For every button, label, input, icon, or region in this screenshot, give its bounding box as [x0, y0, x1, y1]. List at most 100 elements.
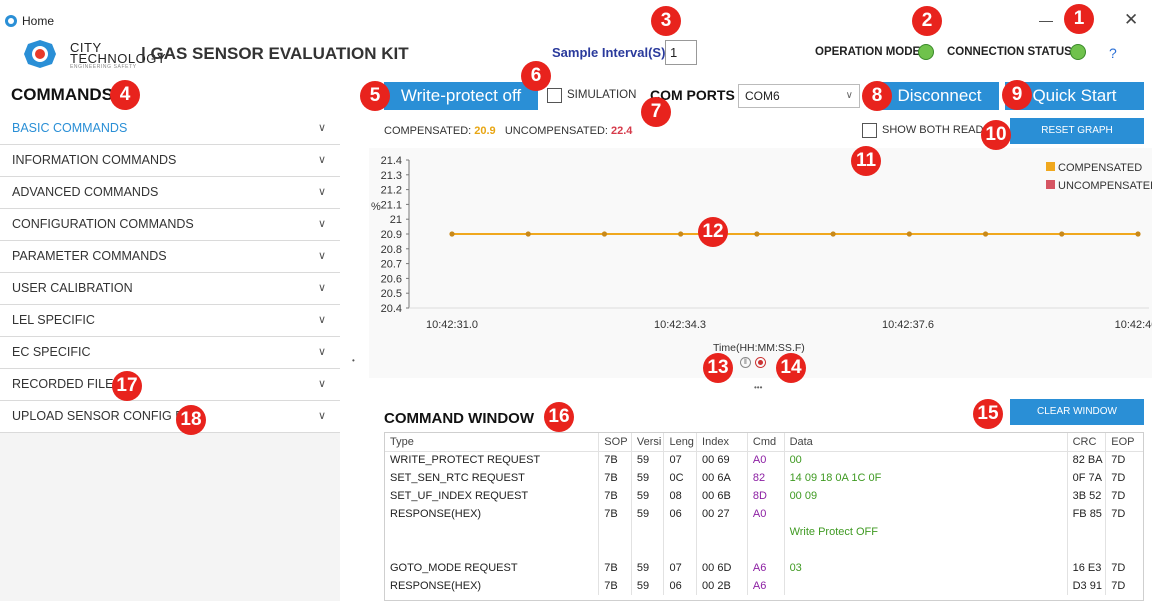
sidebar-item-user-calibration[interactable]: USER CALIBRATION ∨: [0, 273, 340, 305]
table-cell: 59: [631, 577, 665, 595]
callout-badge-12: 12: [698, 217, 728, 247]
data-point: [1135, 231, 1141, 237]
table-cell: [1105, 541, 1143, 559]
table-cell: 00 6A: [696, 469, 748, 487]
table-row[interactable]: RESPONSE(HEX) 7B 59 06 00 27 A0 FB 85 7D: [385, 505, 1143, 523]
table-cell: 00 27: [696, 505, 748, 523]
clear-window-button[interactable]: CLEAR WINDOW: [1010, 399, 1144, 425]
y-axis-label: %: [371, 201, 381, 213]
chevron-down-icon: ∨: [317, 314, 326, 326]
table-cell: A6: [747, 577, 785, 595]
callout-badge-2: 2: [912, 6, 942, 36]
close-icon[interactable]: ✕: [1124, 10, 1138, 30]
table-cell: 00 69: [696, 451, 748, 469]
record-icon[interactable]: [755, 357, 766, 368]
splitter-handle[interactable]: •••: [754, 383, 762, 392]
com-port-value: COM6: [745, 89, 780, 103]
sidebar-item-upload-sensor-config-file[interactable]: UPLOAD SENSOR CONFIG FILE ∨: [0, 401, 340, 433]
chevron-down-icon: ∨: [845, 90, 853, 101]
table-row[interactable]: Write Protect OFF: [385, 523, 1143, 541]
data-point: [678, 231, 684, 237]
sidebar-item-recorded-files[interactable]: RECORDED FILES ∨: [0, 369, 340, 401]
app-icon: [5, 15, 17, 27]
sidebar-item-configuration-commands[interactable]: CONFIGURATION COMMANDS ∨: [0, 209, 340, 241]
table-row[interactable]: GOTO_MODE REQUEST 7B 59 07 00 6D A6 03 16 E3 7D: [385, 559, 1143, 577]
chevron-down-icon: ∨: [317, 218, 326, 230]
sidebar-item-label: PARAMETER COMMANDS: [12, 249, 167, 263]
simulation-label: SIMULATION: [567, 89, 637, 101]
table-cell: RESPONSE(HEX): [385, 577, 600, 595]
minimize-icon[interactable]: —: [1039, 12, 1053, 28]
com-port-select[interactable]: COM6 ∨: [738, 84, 860, 108]
chevron-down-icon: ∨: [317, 282, 326, 294]
chevron-down-icon: ∨: [317, 186, 326, 198]
column-header[interactable]: SOP: [598, 433, 632, 452]
callout-badge-9: 9: [1002, 80, 1032, 110]
pause-icon[interactable]: ‖: [740, 357, 751, 368]
sidebar-item-ec-specific[interactable]: EC SPECIFIC ∨: [0, 337, 340, 369]
table-row[interactable]: SET_UF_INDEX REQUEST 7B 59 08 00 6B 8D 00 09 3B…: [385, 487, 1143, 505]
sidebar-item-advanced-commands[interactable]: ADVANCED COMMANDS ∨: [0, 177, 340, 209]
sidebar-item-label: LEL SPECIFIC: [12, 313, 95, 327]
table-cell: [631, 523, 665, 541]
data-point: [449, 231, 455, 237]
table-cell: [696, 523, 748, 541]
show-both-readings-checkbox[interactable]: [862, 123, 877, 138]
column-header[interactable]: Cmd: [747, 433, 785, 452]
y-tick-label: 20.4: [381, 303, 402, 315]
command-window-heading: COMMAND WINDOW: [384, 410, 534, 427]
table-row[interactable]: RESPONSE(HEX) 7B 59 06 00 2B A6 D3 91 7D: [385, 577, 1143, 595]
panel-splitter-handle[interactable]: •: [352, 356, 355, 365]
sidebar-item-label: UPLOAD SENSOR CONFIG FILE: [12, 409, 202, 423]
table-header-row: Type SOP Versi Leng Index Cmd Data CRC EOP: [385, 433, 1143, 452]
sample-interval-label: Sample Interval(S): [552, 45, 666, 60]
table-cell: 7B: [598, 577, 632, 595]
table-cell: 14 09 18 0A 1C 0F: [784, 469, 1068, 487]
legend-swatch: [1046, 180, 1055, 189]
help-icon[interactable]: ?: [1109, 45, 1117, 61]
table-cell: RESPONSE(HEX): [385, 505, 600, 523]
chevron-down-icon: ∨: [317, 410, 326, 422]
column-header[interactable]: Versi: [631, 433, 665, 452]
table-cell: 7B: [598, 487, 632, 505]
write-protect-button[interactable]: Write-protect off: [384, 82, 538, 110]
data-point: [982, 231, 989, 237]
table-row[interactable]: [385, 541, 1143, 559]
commands-sidebar: BASIC COMMANDS ∨ INFORMATION COMMANDS ∨ AD…: [0, 113, 340, 601]
chevron-down-icon: ∨: [317, 346, 326, 358]
sidebar-item-information-commands[interactable]: INFORMATION COMMANDS ∨: [0, 145, 340, 177]
y-tick-label: 20.5: [381, 288, 402, 300]
disconnect-button[interactable]: Disconnect: [880, 82, 999, 110]
column-header[interactable]: Data: [784, 433, 1068, 452]
column-header[interactable]: CRC: [1067, 433, 1107, 452]
simulation-checkbox[interactable]: [547, 88, 562, 103]
sidebar-item-label: BASIC COMMANDS: [12, 121, 128, 135]
callout-badge-10: 10: [981, 120, 1011, 150]
table-cell: Write Protect OFF: [784, 523, 1068, 541]
column-header[interactable]: Index: [696, 433, 748, 452]
operation-mode-label: OPERATION MODE: [815, 46, 921, 58]
sample-interval-input[interactable]: 1: [665, 40, 697, 65]
sidebar-item-parameter-commands[interactable]: PARAMETER COMMANDS ∨: [0, 241, 340, 273]
column-header[interactable]: Type: [385, 433, 600, 452]
sidebar-item-basic-commands[interactable]: BASIC COMMANDS ∨: [0, 113, 340, 145]
column-header[interactable]: Leng: [663, 433, 698, 452]
table-cell: 7B: [598, 559, 632, 577]
table-cell: 7D: [1105, 559, 1143, 577]
table-row[interactable]: WRITE_PROTECT REQUEST 7B 59 07 00 69 A0 00 82 B…: [385, 451, 1143, 469]
table-cell: 00 09: [784, 487, 1068, 505]
table-row[interactable]: SET_SEN_RTC REQUEST 7B 59 0C 00 6A 82 14 09 18…: [385, 469, 1143, 487]
reset-graph-button[interactable]: RESET GRAPH: [1010, 118, 1144, 144]
column-header[interactable]: EOP: [1105, 433, 1143, 452]
x-tick-label: 10:42:40: [1115, 319, 1152, 331]
sidebar-item-lel-specific[interactable]: LEL SPECIFIC ∨: [0, 305, 340, 337]
table-cell: [385, 541, 600, 559]
callout-badge-1: 1: [1064, 4, 1094, 34]
table-cell: 03: [784, 559, 1068, 577]
table-cell: [385, 523, 600, 541]
table-cell: 59: [631, 559, 665, 577]
x-tick-label: 10:42:37.6: [882, 319, 934, 331]
table-cell: [784, 577, 1068, 595]
command-table[interactable]: Type SOP Versi Leng Index Cmd Data CRC EOP WRITE…: [384, 432, 1144, 601]
sidebar-item-label: CONFIGURATION COMMANDS: [12, 217, 194, 231]
